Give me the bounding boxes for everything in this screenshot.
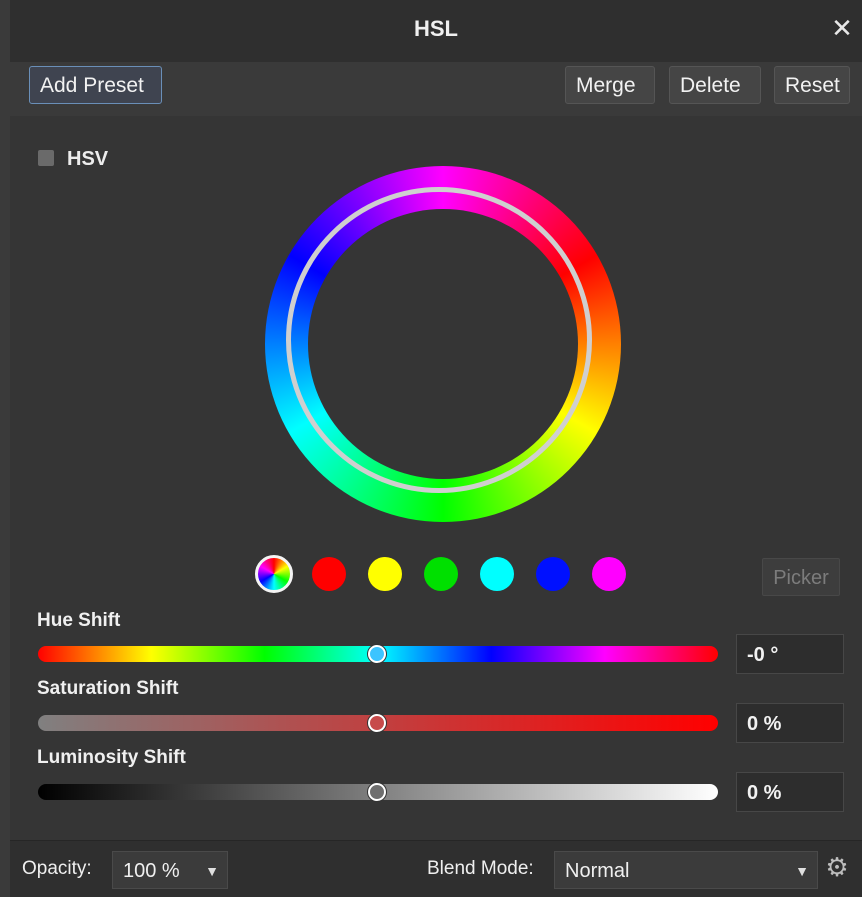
saturation-shift-thumb[interactable]: [368, 714, 386, 732]
add-preset-button[interactable]: Add Preset: [29, 66, 162, 104]
color-wheel-center: [308, 209, 578, 479]
hue-shift-label: Hue Shift: [37, 610, 121, 631]
gear-icon[interactable]: ⚙: [822, 852, 852, 882]
hsv-label: HSV: [67, 148, 109, 170]
swatch-red[interactable]: [312, 557, 346, 591]
blend-mode-dropdown[interactable]: Normal ▼: [554, 851, 818, 889]
swatch-green[interactable]: [424, 557, 458, 591]
swatch-all-colors[interactable]: [255, 555, 293, 593]
swatch-cyan[interactable]: [480, 557, 514, 591]
luminosity-shift-thumb[interactable]: [368, 783, 386, 801]
blend-mode-label: Blend Mode:: [427, 858, 534, 879]
saturation-shift-value[interactable]: 0 %: [736, 703, 844, 743]
chevron-down-icon: ▼: [795, 863, 809, 879]
luminosity-shift-label: Luminosity Shift: [37, 747, 186, 768]
reset-button[interactable]: Reset: [774, 66, 850, 104]
panel-title: HSL: [414, 16, 458, 41]
swatch-blue[interactable]: [536, 557, 570, 591]
toolbar: Add Preset Merge Delete Reset: [10, 62, 862, 117]
adjustment-content: HSV Picker Hue Shift -0 ° Saturation Shi…: [10, 116, 862, 840]
opacity-dropdown[interactable]: 100 % ▼: [112, 851, 228, 889]
footer-bar: Opacity: 100 % ▼ Blend Mode: Normal ▼ ⚙: [10, 840, 862, 897]
close-icon[interactable]: ✕: [828, 14, 856, 42]
saturation-shift-label: Saturation Shift: [37, 678, 179, 699]
luminosity-shift-value[interactable]: 0 %: [736, 772, 844, 812]
merge-button[interactable]: Merge: [565, 66, 655, 104]
title-bar: HSL ✕: [10, 0, 862, 63]
hue-shift-thumb[interactable]: [368, 645, 386, 663]
hsl-panel: HSL ✕ Add Preset Merge Delete Reset HSV …: [10, 0, 862, 897]
chevron-down-icon: ▼: [205, 863, 219, 879]
hsv-checkbox[interactable]: [38, 150, 54, 166]
blend-mode-value: Normal: [565, 860, 630, 882]
swatch-magenta[interactable]: [592, 557, 626, 591]
opacity-value: 100 %: [123, 860, 180, 882]
picker-button[interactable]: Picker: [762, 558, 840, 596]
hue-shift-value[interactable]: -0 °: [736, 634, 844, 674]
delete-button[interactable]: Delete: [669, 66, 761, 104]
opacity-label: Opacity:: [22, 858, 92, 879]
swatch-yellow[interactable]: [368, 557, 402, 591]
